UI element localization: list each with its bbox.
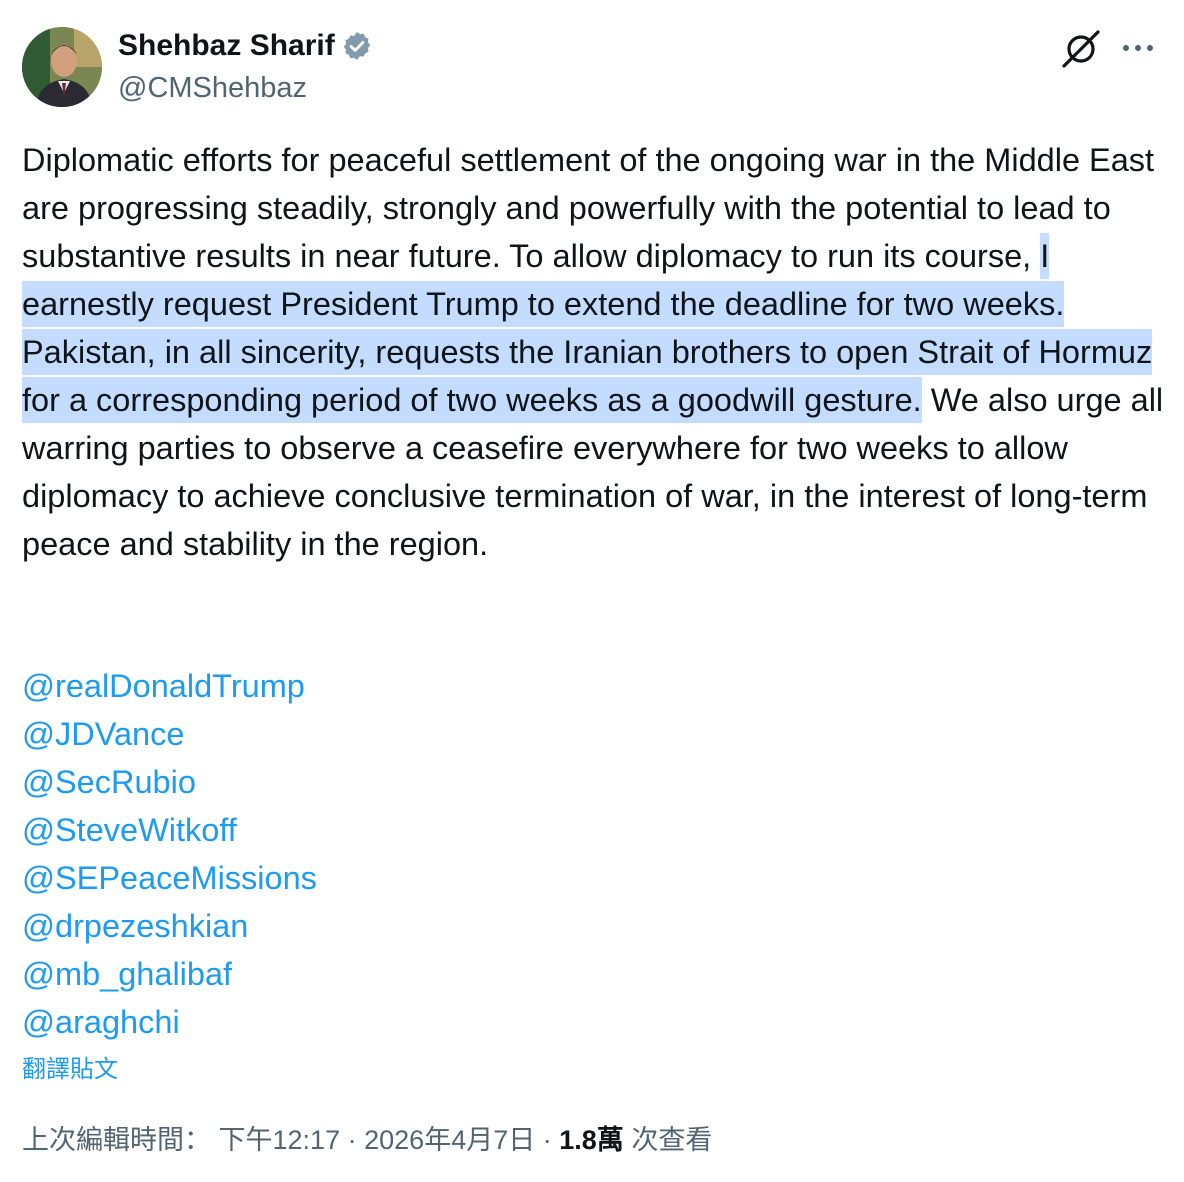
mention-link[interactable]: @realDonaldTrump (22, 662, 317, 710)
author-handle[interactable]: @CMShehbaz (118, 70, 307, 106)
tweet-text: Diplomatic efforts for peaceful settleme… (22, 136, 1167, 568)
verified-badge-icon[interactable] (341, 30, 373, 62)
tweet-meta: 上次編輯時間： 下午12:17 · 2026年4月7日 · 1.8萬 次查看 (22, 1122, 712, 1158)
mention-list: @realDonaldTrump @JDVance @SecRubio @Ste… (22, 662, 317, 1046)
tweet-date[interactable]: 2026年4月7日 (364, 1125, 535, 1155)
author-display-name[interactable]: Shehbaz Sharif (118, 28, 335, 64)
views-count[interactable]: 1.8萬 (559, 1125, 624, 1155)
edited-label[interactable]: 上次編輯時間： (22, 1125, 211, 1155)
meta-separator: · (542, 1125, 552, 1155)
translate-post-link[interactable]: 翻譯貼文 (22, 1054, 118, 1086)
mention-link[interactable]: @araghchi (22, 998, 317, 1046)
avatar[interactable] (22, 27, 102, 107)
mention-link[interactable]: @JDVance (22, 710, 317, 758)
tweet-card: Shehbaz Sharif @CMShehbaz Diplomatic eff… (0, 0, 1184, 1182)
views-label: 次查看 (631, 1125, 713, 1155)
mention-link[interactable]: @SteveWitkoff (22, 806, 317, 854)
tweet-text-before: Diplomatic efforts for peaceful settleme… (22, 142, 1155, 274)
meta-separator: · (347, 1125, 357, 1155)
profile-photo (22, 27, 102, 107)
mention-link[interactable]: @mb_ghalibaf (22, 950, 317, 998)
mention-link[interactable]: @drpezeshkian (22, 902, 317, 950)
mention-link[interactable]: @SEPeaceMissions (22, 854, 317, 902)
more-horizontal-icon[interactable] (1118, 28, 1158, 68)
tweet-time[interactable]: 下午12:17 (219, 1125, 341, 1155)
author-display-name-row[interactable]: Shehbaz Sharif (118, 28, 373, 64)
mention-link[interactable]: @SecRubio (22, 758, 317, 806)
grok-icon[interactable] (1060, 28, 1102, 70)
